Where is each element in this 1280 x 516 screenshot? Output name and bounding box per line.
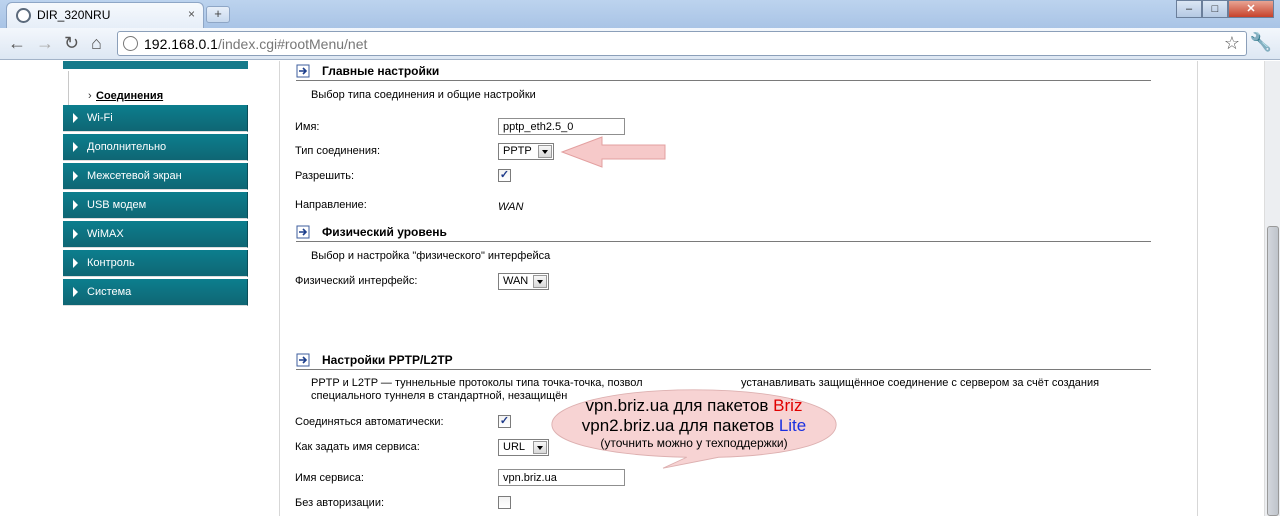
address-bar[interactable]: 192.168.0.1/index.cgi#rootMenu/net ☆	[117, 31, 1247, 56]
service-name-input[interactable]	[498, 469, 625, 486]
left-nav: › Соединения Wi-Fi Дополнительно Межсете…	[63, 61, 248, 516]
section-description-line2: специального туннеля в стандартной, неза…	[311, 390, 568, 402]
select-value: PPTP	[503, 145, 532, 157]
section-title: Главные настройки	[322, 64, 440, 78]
arrow-right-icon	[73, 142, 78, 152]
url-text[interactable]: 192.168.0.1/index.cgi#rootMenu/net	[144, 36, 367, 52]
sidebar-item-label: Дополнительно	[87, 141, 167, 153]
name-label: Имя:	[295, 121, 320, 133]
section-arrow-icon	[296, 225, 310, 239]
sidebar-item-system[interactable]: Система	[63, 279, 248, 306]
chevron-down-icon[interactable]	[538, 145, 552, 158]
browser-titlebar: DIR_320NRU × + – □ ✕	[0, 0, 1280, 28]
arrow-right-icon	[73, 200, 78, 210]
bullet-icon: ›	[88, 90, 92, 102]
sidebar-item-label: WiMAX	[87, 228, 124, 240]
new-tab-button[interactable]: +	[206, 6, 230, 23]
enable-checkbox[interactable]: ✓	[498, 169, 511, 182]
sidebar-item-advanced[interactable]: Дополнительно	[63, 134, 248, 161]
submenu: › Соединения	[68, 71, 248, 105]
callout-line-1-prefix: vpn.briz.ua для пакетов	[585, 396, 774, 415]
arrow-right-icon	[73, 229, 78, 239]
direction-value: WAN	[498, 201, 524, 213]
sidebar-item-control[interactable]: Контроль	[63, 250, 248, 277]
section-main-settings: Главные настройки	[296, 63, 1151, 81]
section-description: Выбор типа соединения и общие настройки	[311, 89, 536, 101]
section-arrow-icon	[296, 64, 310, 78]
connection-type-select[interactable]: PPTP	[498, 143, 554, 160]
url-host: 192.168.0.1	[144, 36, 218, 52]
callout-note: (уточнить можно у техподдержки)	[600, 436, 788, 450]
home-icon[interactable]: ⌂	[91, 33, 102, 53]
sidebar-item-wimax[interactable]: WiMAX	[63, 221, 248, 248]
arrow-right-icon	[73, 258, 78, 268]
forward-arrow-icon[interactable]: →	[36, 33, 54, 53]
bookmark-star-icon[interactable]: ☆	[1224, 33, 1240, 54]
service-name-method-label: Как задать имя сервиса:	[295, 441, 420, 453]
minimize-button[interactable]: –	[1176, 0, 1202, 18]
browser-tab[interactable]: DIR_320NRU ×	[6, 2, 204, 28]
sidebar-item-label: Система	[87, 286, 132, 298]
close-tab-icon[interactable]: ×	[188, 7, 195, 21]
page-scrollbar[interactable]	[1264, 61, 1280, 516]
page-content: › Соединения Wi-Fi Дополнительно Межсете…	[0, 61, 1264, 516]
sidebar-item-label: Контроль	[87, 257, 135, 269]
back-arrow-icon[interactable]: ←	[8, 33, 26, 53]
maximize-button[interactable]: □	[1202, 0, 1228, 18]
arrow-right-icon	[73, 287, 78, 297]
section-arrow-icon	[296, 353, 310, 367]
auto-connect-label: Соединяться автоматически:	[295, 416, 444, 428]
reload-icon[interactable]: ↻	[64, 33, 79, 53]
menu-item-net-partial[interactable]	[63, 61, 248, 69]
section-title: Настройки PPTP/L2TP	[322, 353, 453, 367]
connection-type-label: Тип соединения:	[295, 145, 380, 157]
select-value: URL	[503, 441, 526, 453]
callout-line-1: vpn.briz.ua для пакетов Briz	[536, 396, 852, 416]
service-name-label: Имя сервиса:	[295, 472, 364, 484]
section-description: Выбор и настройка "физического" интерфей…	[311, 250, 551, 262]
callout-line-2-prefix: vpn2.briz.ua для пакетов	[581, 416, 779, 435]
wrench-menu-icon[interactable]: 🔧	[1250, 32, 1272, 53]
name-input[interactable]	[498, 118, 625, 135]
sidebar-item-usb-modem[interactable]: USB модем	[63, 192, 248, 219]
sidebar-item-firewall[interactable]: Межсетевой экран	[63, 163, 248, 190]
callout-line-2: vpn2.briz.ua для пакетов Lite	[536, 416, 852, 436]
browser-toolbar: ← → ↻ ⌂ 192.168.0.1/index.cgi#rootMenu/n…	[0, 28, 1280, 60]
window-controls: – □ ✕	[1176, 0, 1274, 20]
section-pptp: Настройки PPTP/L2TP	[296, 352, 1151, 370]
tab-title: DIR_320NRU	[37, 8, 111, 22]
arrow-right-icon	[73, 171, 78, 181]
section-physical: Физический уровень	[296, 224, 1151, 242]
auto-connect-checkbox[interactable]: ✓	[498, 415, 511, 428]
section-title: Физический уровень	[322, 225, 447, 239]
select-value: WAN	[503, 275, 529, 287]
no-auth-checkbox[interactable]	[498, 496, 511, 509]
arrow-right-icon	[73, 113, 78, 123]
sidebar-item-label: Межсетевой экран	[87, 170, 182, 182]
url-path: /index.cgi#rootMenu/net	[217, 36, 368, 52]
chevron-down-icon[interactable]	[533, 275, 547, 288]
callout-brand-briz: Briz	[773, 396, 803, 415]
physical-interface-label: Физический интерфейс:	[295, 275, 418, 287]
direction-label: Направление:	[295, 199, 367, 211]
scrollbar-thumb[interactable]	[1267, 226, 1279, 516]
submenu-item-connections[interactable]: Соединения	[96, 90, 163, 102]
sidebar-item-label: USB модем	[87, 199, 147, 211]
close-window-button[interactable]: ✕	[1228, 0, 1274, 18]
sidebar-item-label: Wi-Fi	[87, 112, 113, 124]
page-info-icon[interactable]	[123, 36, 138, 51]
speech-bubble-text: vpn.briz.ua для пакетов Briz vpn2.briz.u…	[536, 396, 852, 451]
globe-icon	[16, 8, 31, 23]
physical-interface-select[interactable]: WAN	[498, 273, 549, 290]
enable-label: Разрешить:	[295, 170, 355, 182]
callout-brand-lite: Lite	[778, 416, 807, 435]
sidebar-item-wifi[interactable]: Wi-Fi	[63, 105, 248, 132]
pink-arrow-annotation	[560, 136, 666, 168]
no-auth-label: Без авторизации:	[295, 497, 385, 509]
